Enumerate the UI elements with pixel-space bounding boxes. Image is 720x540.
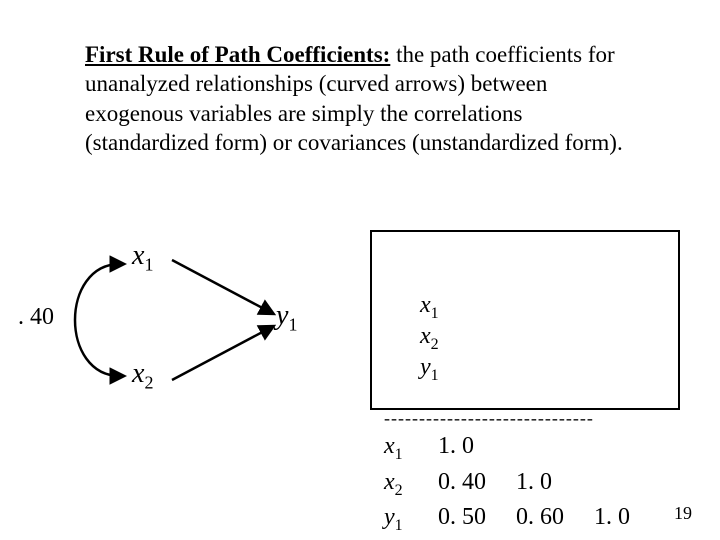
col-y1: y1	[420, 354, 439, 385]
table-row: y1 0. 50 0. 60 1. 0	[384, 501, 666, 536]
cell-x1x1: 1. 0	[438, 430, 510, 462]
cell-x2x2: 1. 0	[516, 466, 588, 498]
slide: First Rule of Path Coefficients: the pat…	[0, 0, 720, 540]
var-y1: y1	[276, 300, 297, 336]
cell-y1y1: 1. 0	[594, 501, 666, 533]
diagram-svg	[20, 230, 320, 430]
coef-x1x2: . 40	[18, 304, 54, 331]
correlation-table: x1 x2 y1 ------------------------------ …	[370, 230, 680, 410]
path-diagram: x1 x2 y1 . 40	[20, 230, 320, 430]
var-x1: x1	[132, 240, 153, 276]
table-row: x2 0. 40 1. 0	[384, 466, 666, 501]
cell-y1x2: 0. 60	[516, 501, 588, 533]
table-divider: ------------------------------	[384, 413, 666, 424]
page-number: 19	[674, 503, 692, 524]
col-x1: x1	[420, 292, 492, 323]
cell-x2x1: 0. 40	[438, 466, 510, 498]
row-x2-label: x2	[384, 466, 432, 501]
row-x1-label: x1	[384, 430, 432, 465]
table-row: x1 1. 0	[384, 430, 666, 465]
row-y1-label: y1	[384, 501, 432, 536]
var-x2: x2	[132, 358, 153, 394]
rule-paragraph: First Rule of Path Coefficients: the pat…	[85, 40, 645, 158]
col-x2: x2	[420, 323, 492, 354]
rule-title: First Rule of Path Coefficients:	[85, 42, 390, 67]
cell-y1x1: 0. 50	[438, 501, 510, 533]
table-header: x1 x2 y1	[384, 238, 666, 411]
